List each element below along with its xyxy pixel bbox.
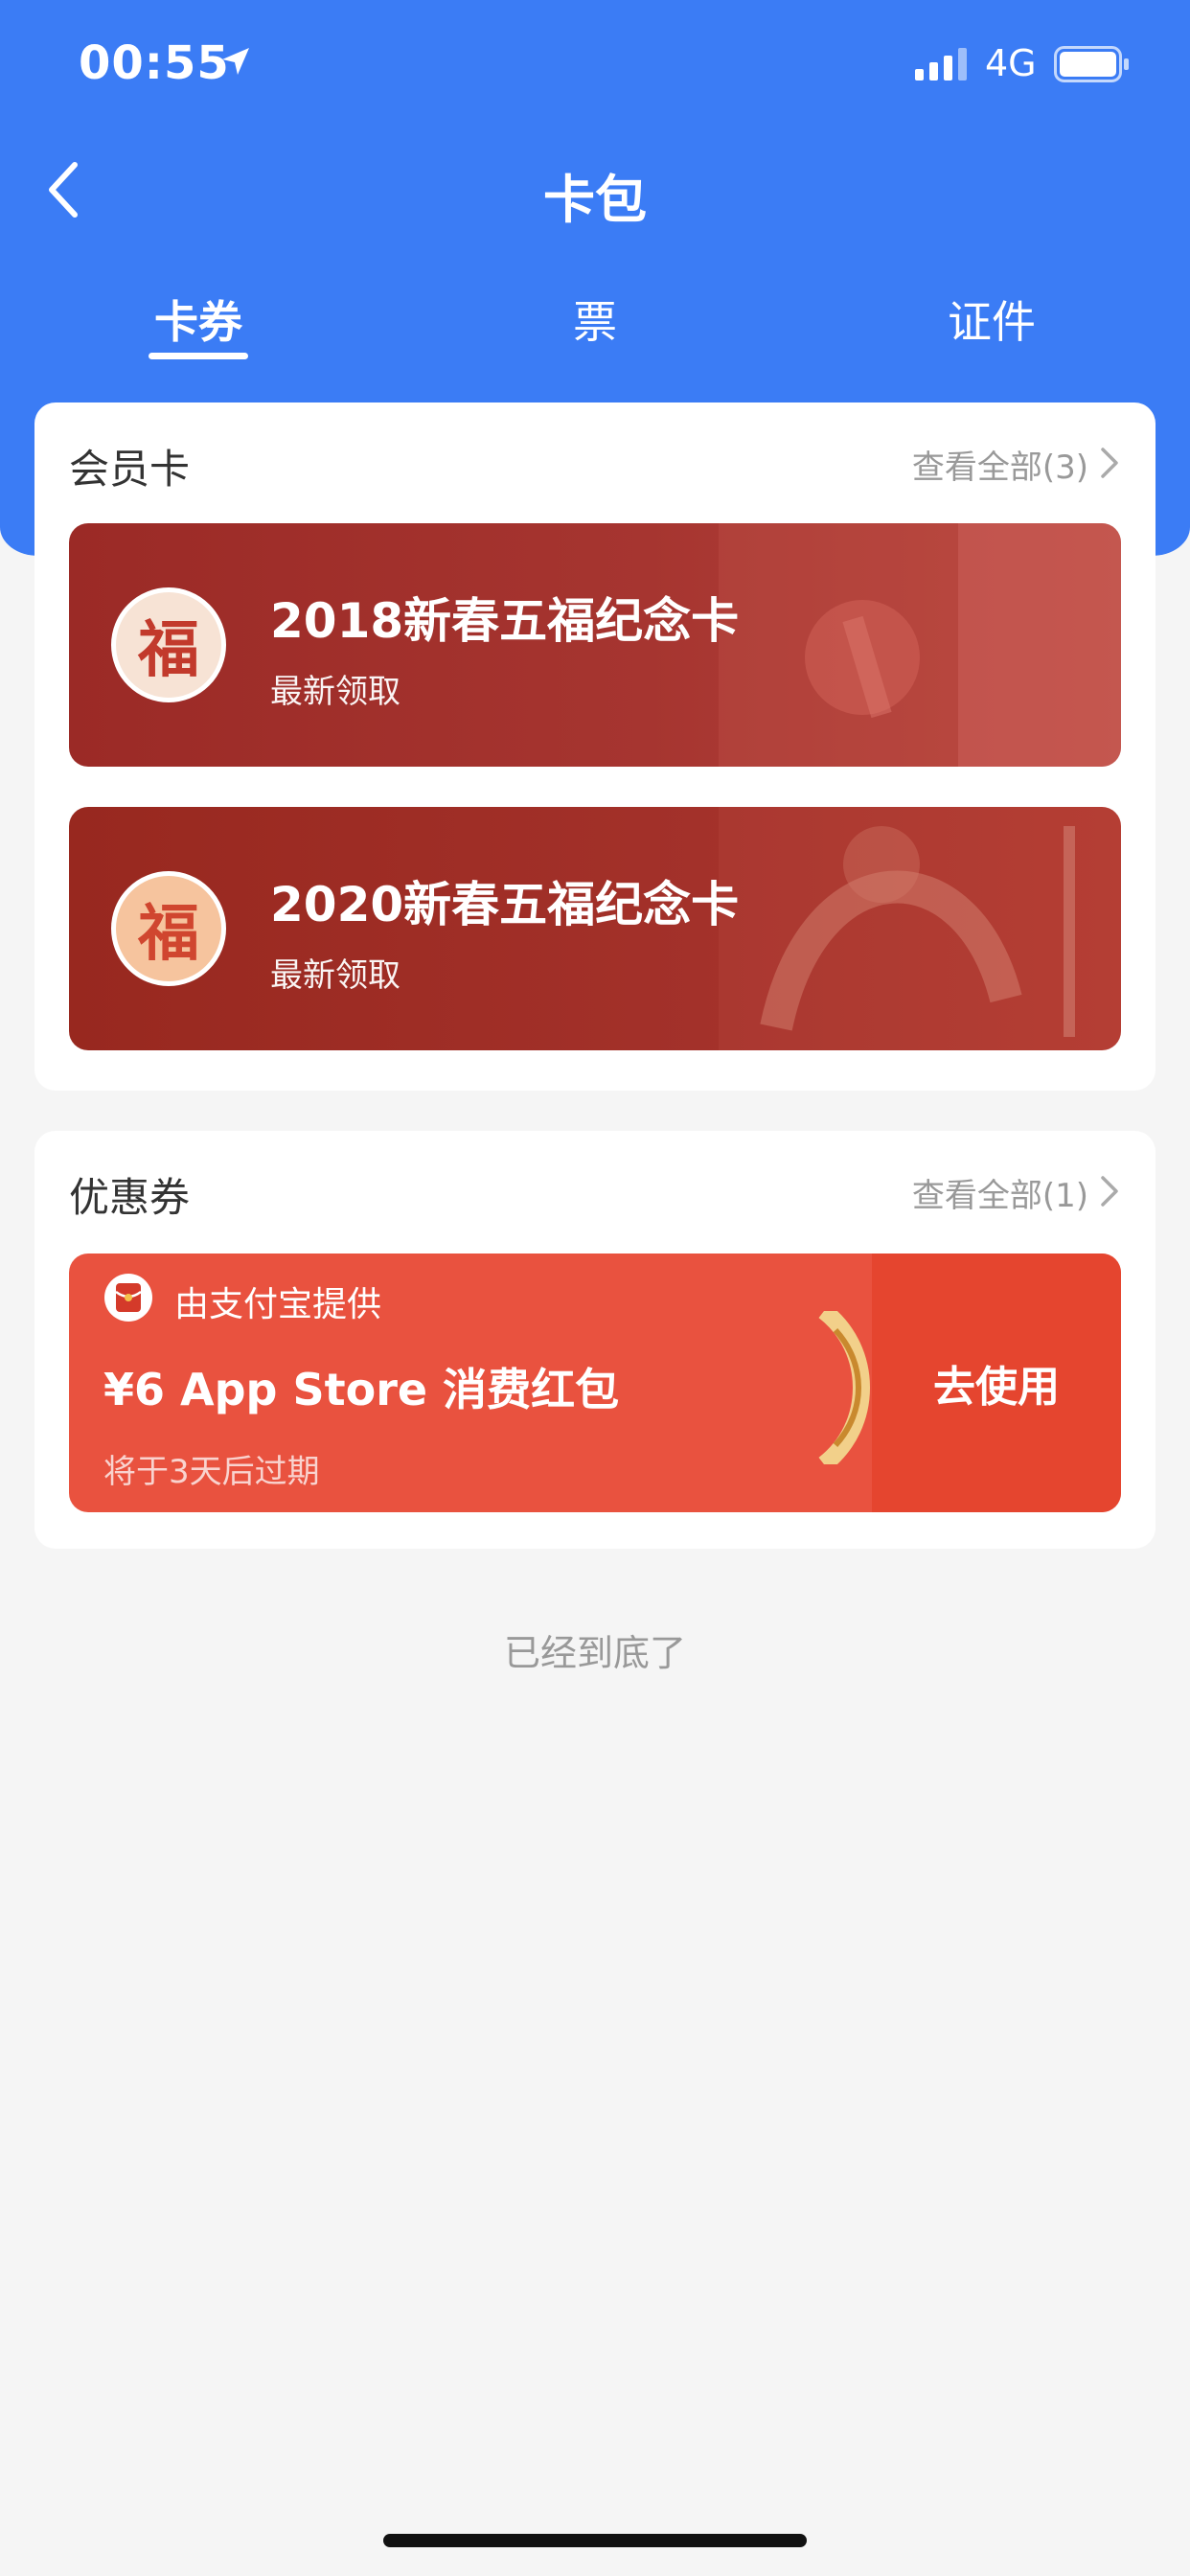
member-card-name: 2020新春五福纪念卡 (270, 877, 740, 932)
member-card-2020[interactable]: 福 2020新春五福纪念卡 最新领取 (69, 807, 1121, 1050)
status-bar: 00:55 4G (0, 0, 1190, 125)
home-indicator[interactable] (383, 2534, 807, 2547)
chevron-right-icon[interactable] (1098, 1173, 1121, 1209)
coupon-section-title: 优惠券 (69, 1174, 191, 1221)
tab-tickets[interactable]: 票 (499, 288, 691, 351)
coupon-card[interactable]: 由支付宝提供 ¥6 App Store 消费红包 将于3天后过期 去使用 (69, 1254, 1121, 1512)
coupon-title: ¥6 App Store 消费红包 (103, 1364, 620, 1415)
membership-view-all[interactable]: 查看全部(3) (912, 441, 1088, 488)
membership-section: 会员卡 查看全部(3) 福 2018新春五福纪念卡 最新领取 福 2020新春五… (34, 402, 1156, 1091)
use-coupon-button[interactable]: 去使用 (872, 1254, 1121, 1512)
tab-certificates[interactable]: 证件 (896, 288, 1087, 351)
card-decoration-image (719, 807, 1121, 1050)
member-card-name: 2018新春五福纪念卡 (270, 593, 740, 649)
page-title: 卡包 (543, 170, 647, 230)
member-card-2018[interactable]: 福 2018新春五福纪念卡 最新领取 (69, 523, 1121, 767)
fu-badge-icon: 福 (111, 587, 226, 702)
fu-badge-icon: 福 (111, 871, 226, 986)
card-decoration-image (719, 523, 1121, 767)
cellular-signal-icon (915, 48, 967, 80)
membership-section-title: 会员卡 (69, 446, 191, 493)
tab-coupons[interactable]: 卡券 (103, 288, 294, 351)
chevron-right-icon[interactable] (1098, 445, 1121, 481)
active-tab-indicator (149, 353, 248, 359)
location-arrow-icon (222, 48, 249, 75)
tab-bar: 卡券 票 证件 (0, 278, 1190, 364)
network-type: 4G (985, 42, 1037, 84)
coupon-section: 优惠券 查看全部(1) 由支付宝提供 ¥6 App Store 消费红包 将于3… (34, 1131, 1156, 1549)
red-packet-icon (104, 1274, 152, 1322)
coupon-provider: 由支付宝提供 (174, 1285, 382, 1324)
status-time: 00:55 (79, 36, 230, 90)
member-card-subtitle: 最新领取 (270, 956, 400, 995)
end-of-list-text: 已经到底了 (503, 1632, 686, 1674)
coupon-expiry: 将于3天后过期 (103, 1453, 320, 1491)
nav-bar: 卡包 (0, 144, 1190, 240)
member-card-subtitle: 最新领取 (270, 673, 400, 711)
coupon-view-all[interactable]: 查看全部(1) (912, 1169, 1088, 1216)
battery-icon (1054, 46, 1129, 82)
